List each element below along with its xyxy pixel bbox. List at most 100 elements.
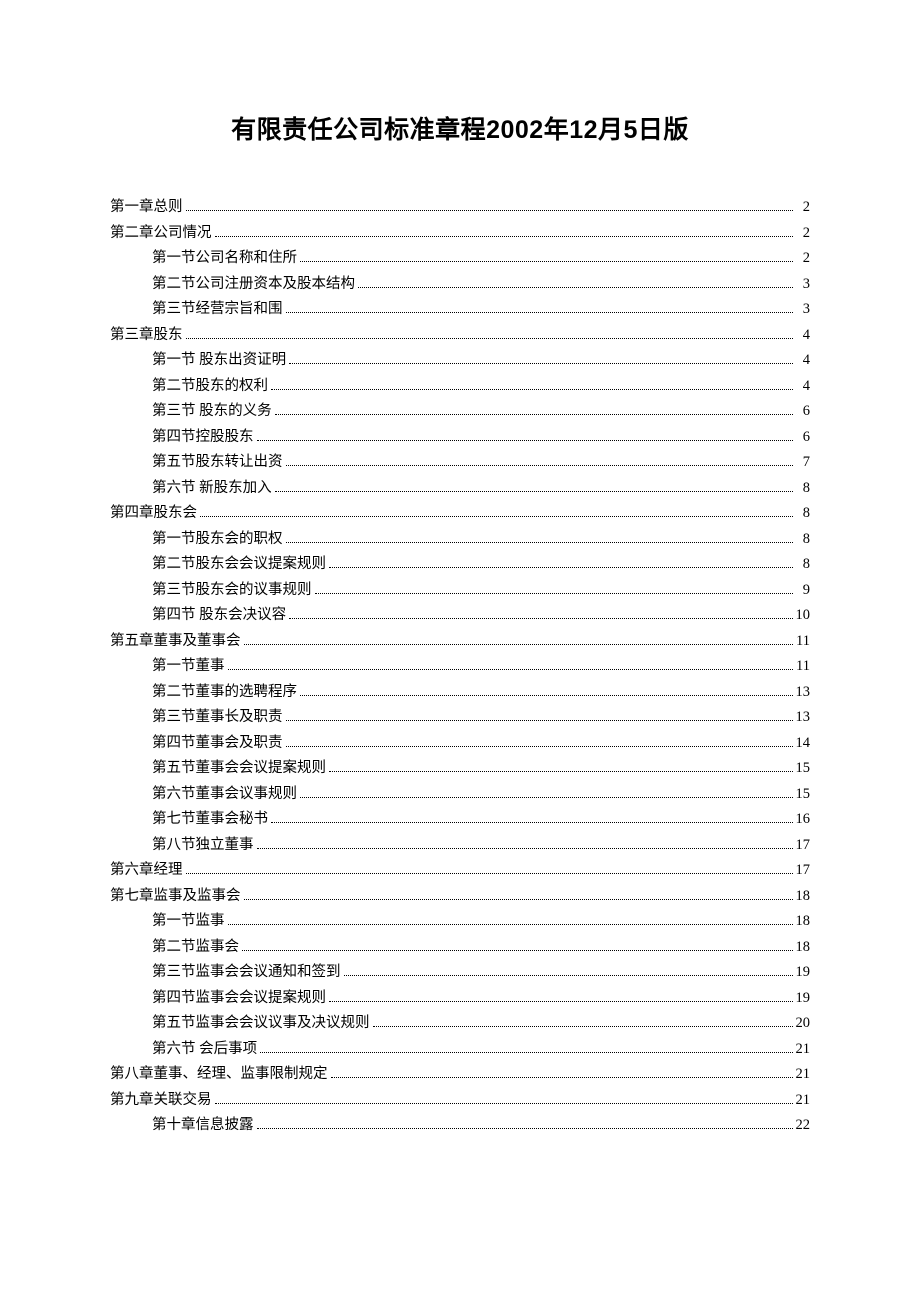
toc-entry-label: 第七节董事会秘书 — [152, 812, 268, 827]
table-of-contents: 第一章总则2第二章公司情况2第一节公司名称和住所2第二节公司注册资本及股本结构3… — [110, 194, 810, 1138]
toc-entry-page: 6 — [796, 404, 810, 419]
toc-leader-dots — [329, 771, 793, 772]
toc-entry: 第三节 股东的义务 6 — [110, 398, 810, 424]
toc-entry: 第三节董事长及职责 13 — [110, 704, 810, 730]
toc-entry-label: 第六节 新股东加入 — [152, 481, 272, 496]
toc-entry: 第二节董事的选聘程序 13 — [110, 679, 810, 705]
toc-leader-dots — [186, 338, 794, 339]
toc-leader-dots — [286, 312, 794, 313]
toc-entry-page: 8 — [796, 506, 810, 521]
toc-entry-page: 4 — [796, 379, 810, 394]
toc-entry: 第四节 股东会决议容10 — [110, 602, 810, 628]
toc-leader-dots — [186, 873, 793, 874]
toc-entry-page: 4 — [796, 353, 810, 368]
toc-entry-label: 第三节监事会会议通知和签到 — [152, 965, 341, 980]
toc-leader-dots — [257, 848, 793, 849]
toc-entry-page: 16 — [796, 812, 811, 827]
toc-entry-page: 19 — [796, 965, 811, 980]
toc-entry-label: 第一节监事 — [152, 914, 225, 929]
toc-entry-page: 17 — [796, 863, 811, 878]
toc-entry: 第八章董事、经理、监事限制规定 21 — [110, 1061, 810, 1087]
toc-entry-label: 第八章董事、经理、监事限制规定 — [110, 1067, 328, 1082]
toc-entry: 第一节公司名称和住所2 — [110, 245, 810, 271]
toc-entry: 第四节监事会会议提案规则 19 — [110, 985, 810, 1011]
toc-entry-page: 19 — [796, 991, 811, 1006]
toc-entry-label: 第七章监事及监事会 — [110, 889, 241, 904]
toc-leader-dots — [244, 644, 794, 645]
toc-entry: 第五节监事会会议议事及决议规则20 — [110, 1010, 810, 1036]
toc-entry-label: 第三节董事长及职责 — [152, 710, 283, 725]
toc-entry-label: 第二节董事的选聘程序 — [152, 685, 297, 700]
toc-entry-page: 9 — [796, 583, 810, 598]
toc-entry-label: 第三节经营宗旨和围 — [152, 302, 283, 317]
toc-entry-label: 第九章关联交易 — [110, 1093, 212, 1108]
toc-entry: 第一节监事 18 — [110, 908, 810, 934]
toc-entry: 第三章股东4 — [110, 322, 810, 348]
toc-entry: 第三节经营宗旨和围 3 — [110, 296, 810, 322]
toc-entry-label: 第十章信息披露 — [152, 1118, 254, 1133]
toc-entry: 第一章总则2 — [110, 194, 810, 220]
toc-entry-page: 14 — [796, 736, 811, 751]
toc-entry-label: 第一节董事 — [152, 659, 225, 674]
toc-leader-dots — [228, 669, 794, 670]
toc-entry-label: 第六节董事会议事规则 — [152, 787, 297, 802]
toc-leader-dots — [215, 1103, 793, 1104]
toc-entry-page: 6 — [796, 430, 810, 445]
toc-entry-label: 第一节股东会的职权 — [152, 532, 283, 547]
toc-entry-label: 第四节 股东会决议容 — [152, 608, 286, 623]
toc-entry: 第七章监事及监事会18 — [110, 883, 810, 909]
toc-entry: 第二节监事会18 — [110, 934, 810, 960]
toc-entry-label: 第八节独立董事 — [152, 838, 254, 853]
toc-leader-dots — [275, 491, 793, 492]
toc-entry-page: 11 — [796, 634, 810, 649]
toc-entry-label: 第四章股东会 — [110, 506, 197, 521]
toc-entry-page: 21 — [796, 1067, 811, 1082]
toc-entry-label: 第五节监事会会议议事及决议规则 — [152, 1016, 370, 1031]
toc-entry: 第七节董事会秘书 16 — [110, 806, 810, 832]
document-page: 有限责任公司标准章程2002年12月5日版 第一章总则2第二章公司情况2第一节公… — [0, 0, 920, 1302]
toc-entry-page: 11 — [796, 659, 810, 674]
toc-entry: 第四章股东会 8 — [110, 500, 810, 526]
toc-entry: 第一节股东会的职权8 — [110, 526, 810, 552]
toc-entry: 第二章公司情况2 — [110, 220, 810, 246]
toc-entry-label: 第四节监事会会议提案规则 — [152, 991, 326, 1006]
toc-leader-dots — [271, 389, 793, 390]
toc-entry-page: 21 — [796, 1042, 811, 1057]
toc-leader-dots — [286, 465, 794, 466]
toc-entry-page: 2 — [796, 251, 810, 266]
toc-entry: 第四节董事会及职责 14 — [110, 730, 810, 756]
toc-leader-dots — [344, 975, 793, 976]
toc-leader-dots — [200, 516, 793, 517]
toc-entry: 第八节独立董事17 — [110, 832, 810, 858]
toc-entry-label: 第三节股东会的议事规则 — [152, 583, 312, 598]
toc-entry-label: 第四节董事会及职责 — [152, 736, 283, 751]
toc-entry: 第五节股东转让出资7 — [110, 449, 810, 475]
toc-leader-dots — [358, 287, 793, 288]
toc-entry-label: 第二节股东会会议提案规则 — [152, 557, 326, 572]
toc-entry-page: 15 — [796, 787, 811, 802]
toc-entry-label: 第二节股东的权利 — [152, 379, 268, 394]
toc-entry: 第五章董事及董事会11 — [110, 628, 810, 654]
toc-leader-dots — [300, 261, 793, 262]
toc-entry-page: 13 — [796, 710, 811, 725]
toc-entry-page: 8 — [796, 481, 810, 496]
toc-entry-label: 第六章经理 — [110, 863, 183, 878]
toc-entry: 第二节股东的权利 4 — [110, 373, 810, 399]
toc-entry-page: 18 — [796, 914, 811, 929]
toc-entry-page: 3 — [796, 302, 810, 317]
toc-entry-label: 第六节 会后事项 — [152, 1042, 257, 1057]
toc-entry-page: 3 — [796, 277, 810, 292]
toc-leader-dots — [286, 720, 793, 721]
toc-entry-label: 第五节董事会会议提案规则 — [152, 761, 326, 776]
toc-entry-label: 第一节 股东出资证明 — [152, 353, 286, 368]
toc-entry-page: 13 — [796, 685, 811, 700]
toc-leader-dots — [329, 1001, 793, 1002]
toc-entry-label: 第三节 股东的义务 — [152, 404, 272, 419]
toc-entry: 第五节董事会会议提案规则15 — [110, 755, 810, 781]
toc-leader-dots — [300, 797, 793, 798]
toc-entry: 第十章信息披露 22 — [110, 1112, 810, 1138]
toc-entry-page: 21 — [796, 1093, 811, 1108]
toc-entry-page: 22 — [796, 1118, 811, 1133]
toc-entry-page: 2 — [796, 226, 810, 241]
toc-leader-dots — [331, 1077, 793, 1078]
